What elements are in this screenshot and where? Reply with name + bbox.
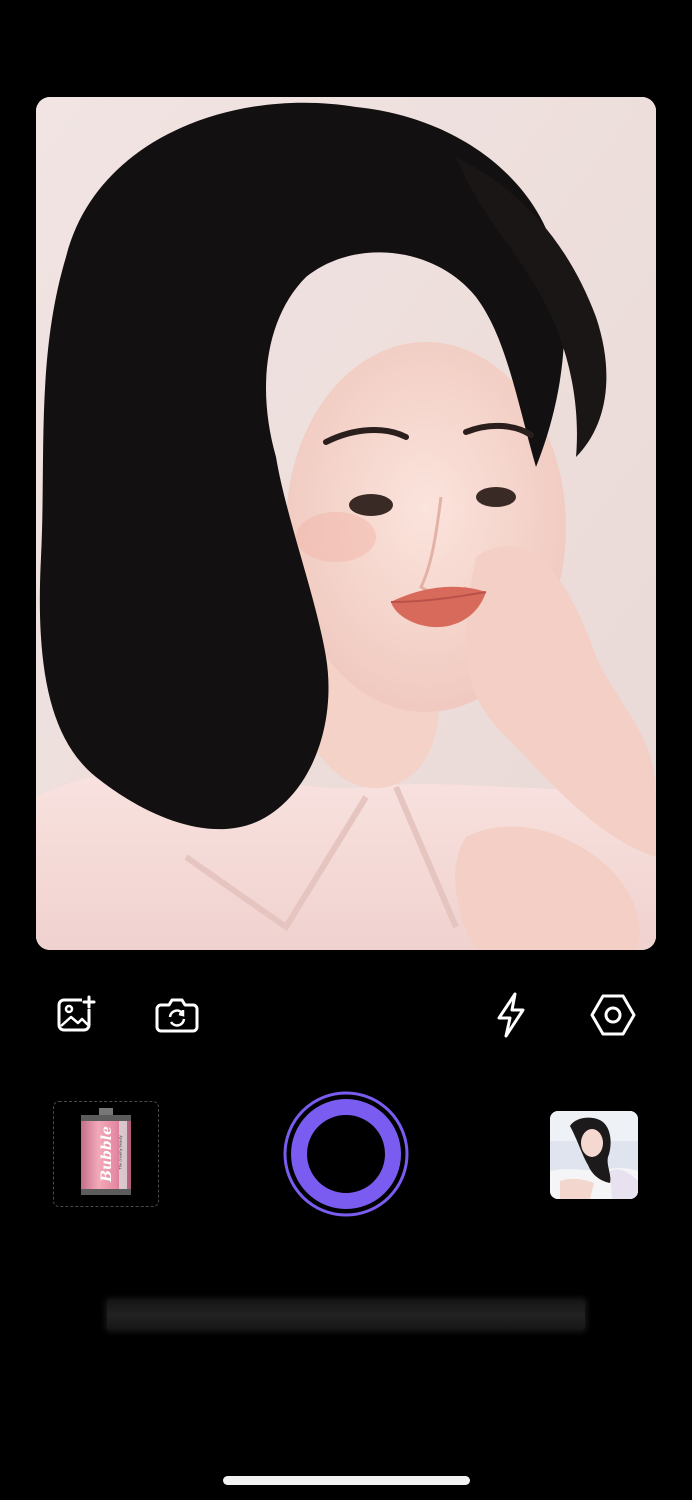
home-indicator[interactable] xyxy=(223,1476,470,1485)
portrait-photo xyxy=(36,97,656,950)
camera-viewfinder[interactable] xyxy=(36,97,656,950)
flip-camera-icon xyxy=(155,995,199,1035)
last-photo-thumbnail xyxy=(550,1111,638,1199)
filter-strip[interactable] xyxy=(107,1300,585,1330)
gallery-thumbnail-button[interactable] xyxy=(550,1111,638,1199)
film-subtitle-label: The creamy beauty xyxy=(117,1135,123,1170)
shutter-ring-icon xyxy=(283,1091,409,1217)
shutter-button[interactable] xyxy=(282,1090,410,1218)
film-brand-label: Bubble xyxy=(99,1126,115,1182)
flip-camera-button[interactable] xyxy=(155,993,199,1037)
settings-button[interactable] xyxy=(590,993,636,1037)
add-photo-icon xyxy=(56,995,96,1035)
settings-hexagon-icon xyxy=(590,993,636,1037)
flash-button[interactable] xyxy=(489,992,533,1038)
film-selector-button[interactable]: Bubble The creamy beauty xyxy=(53,1101,159,1207)
flash-icon xyxy=(491,992,531,1038)
add-photo-button[interactable] xyxy=(54,993,98,1037)
